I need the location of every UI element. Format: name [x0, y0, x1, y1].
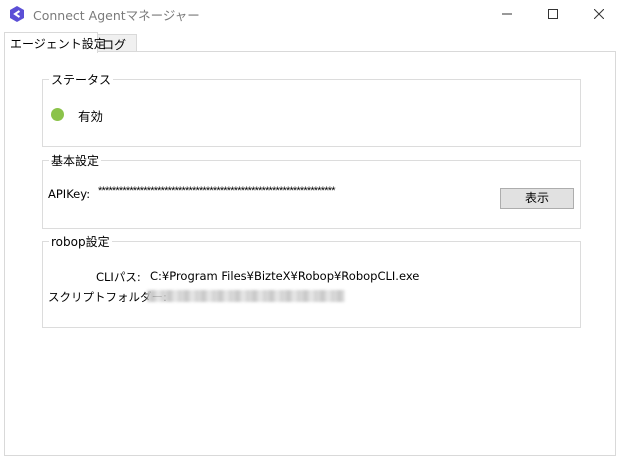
status-group-title: ステータス [49, 71, 114, 88]
apikey-label: APIKey: [48, 187, 91, 201]
minimize-button[interactable] [484, 0, 530, 28]
robop-settings-title: robop設定 [49, 233, 112, 250]
maximize-button[interactable] [530, 0, 576, 28]
close-button[interactable] [576, 0, 622, 28]
cli-path-value: C:¥Program Files¥BizteX¥Robop¥RobopCLI.e… [150, 269, 420, 283]
connect-agent-logo-icon [8, 5, 26, 23]
maximize-icon [548, 9, 558, 19]
tab-strip: エージェント設定 ログ [0, 28, 622, 53]
tab-agent-settings[interactable]: エージェント設定 [4, 32, 106, 53]
basic-settings-title: 基本設定 [49, 152, 102, 169]
title-bar: Connect Agentマネージャー [0, 0, 622, 28]
window-title: Connect Agentマネージャー [33, 8, 200, 23]
apikey-value: ****************************************… [98, 185, 336, 197]
status-indicator-icon [51, 108, 64, 121]
script-folder-value-redacted [147, 290, 345, 302]
minimize-icon [502, 13, 512, 15]
show-apikey-button[interactable]: 表示 [500, 188, 574, 209]
close-icon [594, 9, 604, 19]
cli-path-label: CLIパス: [96, 270, 141, 284]
status-group: ステータス [42, 71, 581, 147]
status-text: 有効 [78, 109, 104, 124]
